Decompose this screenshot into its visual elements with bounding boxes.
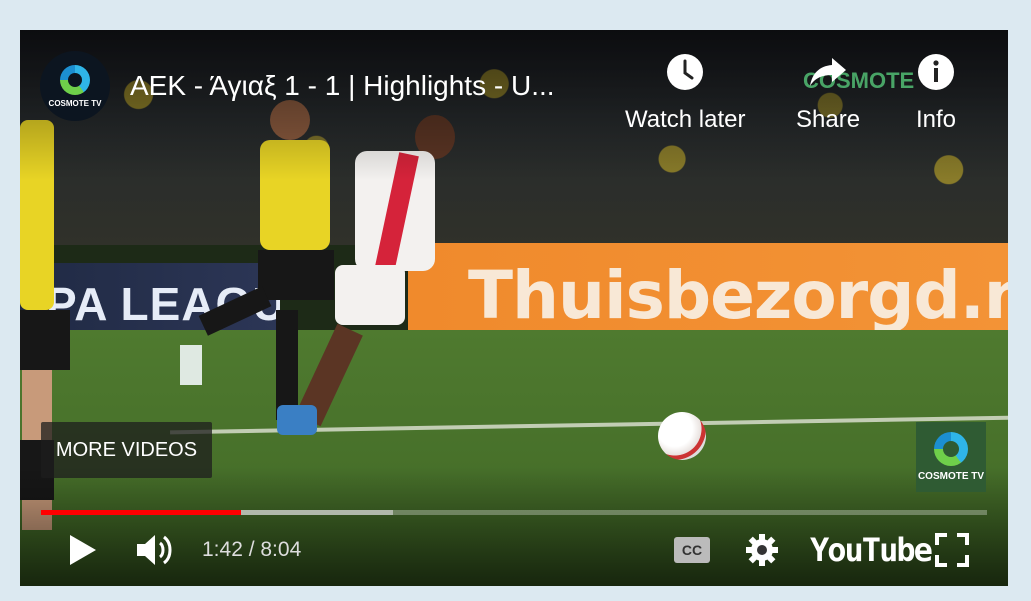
info-button[interactable]: Info bbox=[916, 52, 956, 134]
info-icon bbox=[918, 54, 955, 90]
channel-avatar-text: COSMOTE TV bbox=[48, 98, 102, 108]
watch-later-label: Watch later bbox=[625, 106, 746, 133]
video-player[interactable]: PA LEAGUE Thuisbezorgd.nl bbox=[20, 30, 1008, 586]
cosmote-logo-icon bbox=[60, 64, 90, 95]
info-label: Info bbox=[916, 106, 957, 133]
cc-icon: CC bbox=[674, 537, 710, 563]
channel-watermark-logo[interactable]: COSMOTE TV bbox=[916, 422, 986, 492]
captions-button[interactable]: CC bbox=[672, 526, 712, 574]
clock-icon bbox=[667, 54, 704, 90]
watch-later-button[interactable]: Watch later bbox=[625, 52, 745, 134]
time-display: 1:42 / 8:04 bbox=[202, 538, 302, 561]
more-videos-button[interactable]: MORE VIDEOS bbox=[41, 422, 212, 478]
share-arrow-icon bbox=[810, 58, 847, 86]
share-label: Share bbox=[796, 106, 861, 133]
volume-icon bbox=[137, 535, 172, 565]
channel-avatar[interactable]: COSMOTE TV bbox=[40, 51, 110, 121]
gear-icon bbox=[746, 534, 778, 566]
control-bar: 1:42 / 8:04 CC YouTube bbox=[20, 526, 1008, 574]
ad-board-right-text: Thuisbezorgd.nl bbox=[468, 257, 1008, 334]
settings-button[interactable] bbox=[742, 526, 782, 574]
fullscreen-icon bbox=[935, 533, 969, 567]
youtube-logo[interactable]: YouTube bbox=[810, 526, 933, 574]
corner-logo-text: COSMOTE TV bbox=[917, 471, 985, 482]
progress-played bbox=[41, 510, 241, 515]
progress-bar[interactable] bbox=[41, 510, 987, 515]
video-title[interactable]: ΑΕΚ - Άγιαξ 1 - 1 | Highlights - U... bbox=[130, 70, 600, 102]
cosmote-logo-icon bbox=[934, 432, 968, 466]
fullscreen-button[interactable] bbox=[932, 526, 972, 574]
play-button[interactable] bbox=[60, 526, 104, 574]
volume-button[interactable] bbox=[132, 526, 178, 574]
share-button[interactable]: Share bbox=[796, 52, 860, 134]
play-icon bbox=[70, 535, 96, 565]
svg-text:CC: CC bbox=[682, 542, 702, 558]
football bbox=[658, 412, 706, 460]
